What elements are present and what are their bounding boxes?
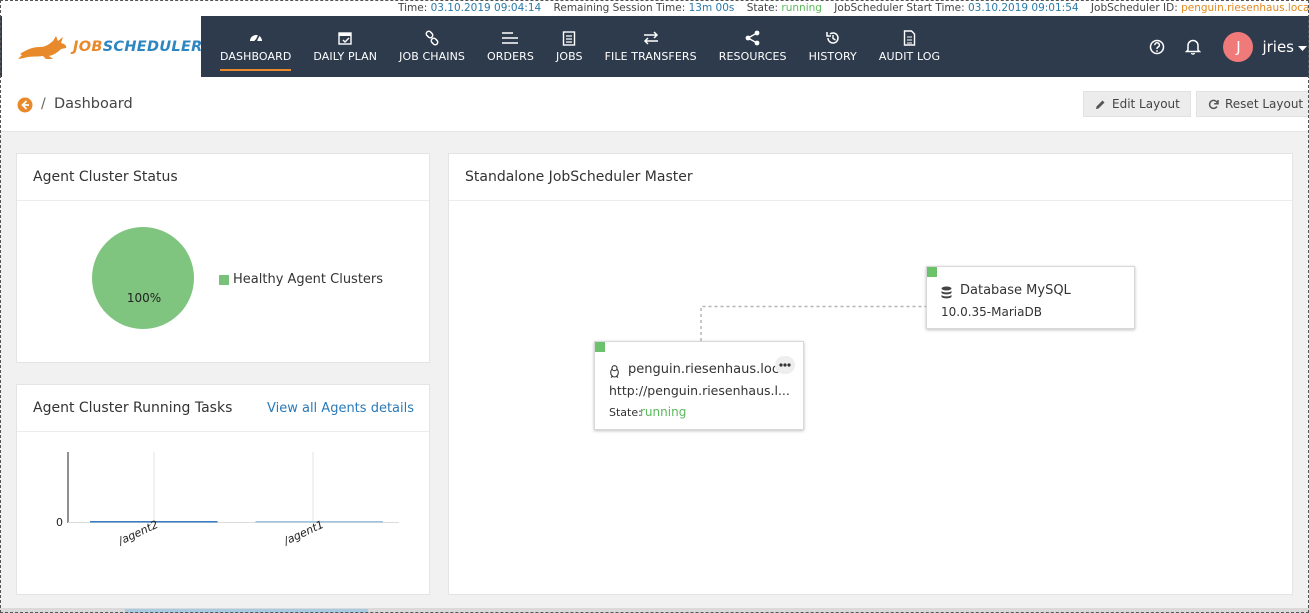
status-square: [595, 342, 605, 352]
pie-legend: Healthy Agent Clusters: [219, 272, 383, 287]
link-icon: [424, 29, 440, 47]
edit-layout-label: Edit Layout: [1112, 97, 1180, 111]
page-title: Dashboard: [54, 96, 133, 112]
agent-status-pie-chart: 100%: [92, 227, 194, 329]
time-label: Time:: [398, 2, 428, 14]
calendar-icon: [337, 29, 353, 47]
remaining-label: Remaining Session Time:: [553, 2, 686, 14]
nav-file-transfers-label: FILE TRANSFERS: [604, 50, 697, 63]
agent-running-tasks-title: Agent Cluster Running Tasks: [33, 400, 233, 416]
reset-layout-label: Reset Layout: [1225, 97, 1304, 111]
avatar[interactable]: J: [1223, 31, 1254, 62]
nav-dashboard[interactable]: DASHBOARD: [209, 16, 302, 77]
start-time-value: 03.10.2019 09:01:54: [967, 2, 1079, 14]
nav-history[interactable]: HISTORY: [798, 16, 868, 77]
user-name[interactable]: jries: [1262, 38, 1294, 56]
state-value: running: [781, 2, 822, 14]
history-icon: [825, 29, 841, 47]
master-state-label: State:: [609, 406, 642, 419]
refresh-icon: [1208, 99, 1219, 109]
rabbit-logo-icon: [18, 36, 67, 59]
nav-resources-label: RESOURCES: [718, 50, 787, 63]
scrollbar-thumb[interactable]: [125, 609, 368, 613]
master-panel: Standalone JobScheduler Master Database …: [448, 153, 1293, 595]
y-tick-label: 0: [56, 516, 63, 529]
status-square: [927, 267, 937, 277]
scheduler-id-value: penguin.riesenhaus.local_40444: [1181, 2, 1309, 14]
nav-dashboard-label: DASHBOARD: [220, 50, 292, 63]
pie-slice-healthy[interactable]: [92, 227, 194, 329]
back-arrow-icon[interactable]: [17, 97, 33, 117]
legend-swatch: [219, 274, 229, 285]
db-connection-line: [700, 305, 926, 341]
header-user-area: J jries: [1139, 16, 1309, 77]
master-node[interactable]: penguin.riesenhaus.loc... http://penguin…: [594, 341, 804, 430]
nav-audit-log-label: AUDIT LOG: [878, 50, 941, 63]
master-host: penguin.riesenhaus.loc...: [628, 362, 792, 377]
agent-cluster-status-panel: Agent Cluster Status 100% Healthy Agent …: [16, 153, 430, 363]
legend-label: Healthy Agent Clusters: [233, 272, 384, 287]
view-agents-link[interactable]: View all Agents details: [267, 401, 414, 416]
running-tasks-bar-chart: 0 /agent2/agent1: [56, 452, 399, 548]
linux-penguin-icon: [609, 363, 620, 382]
database-icon: [941, 284, 952, 303]
breadcrumb: / Dashboard Edit Layout Reset Layout: [0, 77, 1309, 132]
time-value: 03.10.2019 09:04:14: [430, 2, 542, 14]
state-label: State:: [746, 2, 779, 14]
start-time-label: JobScheduler Start Time:: [834, 2, 965, 14]
chevron-down-icon[interactable]: [1298, 37, 1307, 56]
connection-lines: [700, 305, 926, 341]
edit-layout-button[interactable]: Edit Layout: [1083, 91, 1191, 117]
nav-jobs-label: JOBS: [555, 50, 583, 63]
exchange-icon: [643, 29, 659, 47]
nav-orders[interactable]: ORDERS: [476, 16, 545, 77]
pie-percent-label: 100%: [127, 291, 161, 305]
master-state-value: running: [640, 405, 687, 419]
top-navbar: JOBSCHEDULER DASHBOARD DAILY PLAN JOB CH…: [0, 16, 1309, 77]
share-icon: [745, 29, 761, 47]
session-status-bar: Time: 03.10.2019 09:04:14 Remaining Sess…: [0, 0, 1309, 16]
nav-resources[interactable]: RESOURCES: [708, 16, 798, 77]
nav-daily-plan[interactable]: DAILY PLAN: [302, 16, 388, 77]
help-icon[interactable]: [1139, 39, 1175, 55]
main-nav: DASHBOARD DAILY PLAN JOB CHAINS ORDERS J…: [209, 16, 951, 77]
nav-file-transfers[interactable]: FILE TRANSFERS: [594, 16, 708, 77]
breadcrumb-separator: /: [41, 96, 46, 112]
agent-running-tasks-panel: Agent Cluster Running Tasks View all Age…: [16, 384, 430, 595]
database-node[interactable]: Database MySQL 10.0.35-MariaDB: [926, 266, 1135, 329]
nav-job-chains[interactable]: JOB CHAINS: [388, 16, 476, 77]
logo-text: JOBSCHEDULER: [73, 39, 203, 55]
document-icon: [903, 29, 916, 47]
pencil-icon: [1096, 100, 1105, 109]
nav-daily-plan-label: DAILY PLAN: [313, 50, 378, 63]
nav-jobs[interactable]: JOBS: [545, 16, 594, 77]
nav-job-chains-label: JOB CHAINS: [399, 50, 466, 63]
database-version: 10.0.35-MariaDB: [941, 305, 1042, 319]
logo[interactable]: JOBSCHEDULER: [2, 16, 203, 77]
dashboard-icon: [249, 29, 263, 47]
nav-orders-label: ORDERS: [487, 50, 534, 63]
scheduler-id-label: JobScheduler ID:: [1090, 2, 1178, 14]
horizontal-scrollbar[interactable]: [0, 608, 1309, 613]
master-url: http://penguin.riesenhaus.l...: [609, 383, 790, 398]
remaining-value: 13m 00s: [688, 2, 735, 14]
agent-cluster-status-title: Agent Cluster Status: [17, 154, 429, 201]
clipboard-icon: [562, 29, 576, 47]
more-options-icon[interactable]: [775, 356, 795, 374]
reset-layout-button[interactable]: Reset Layout: [1196, 91, 1309, 117]
nav-history-label: HISTORY: [808, 50, 857, 63]
database-name: Database MySQL: [960, 283, 1071, 298]
nav-audit-log[interactable]: AUDIT LOG: [868, 16, 951, 77]
bell-icon[interactable]: [1175, 38, 1211, 55]
agent-running-tasks-header: Agent Cluster Running Tasks View all Age…: [17, 385, 429, 432]
list-icon: [501, 29, 519, 47]
